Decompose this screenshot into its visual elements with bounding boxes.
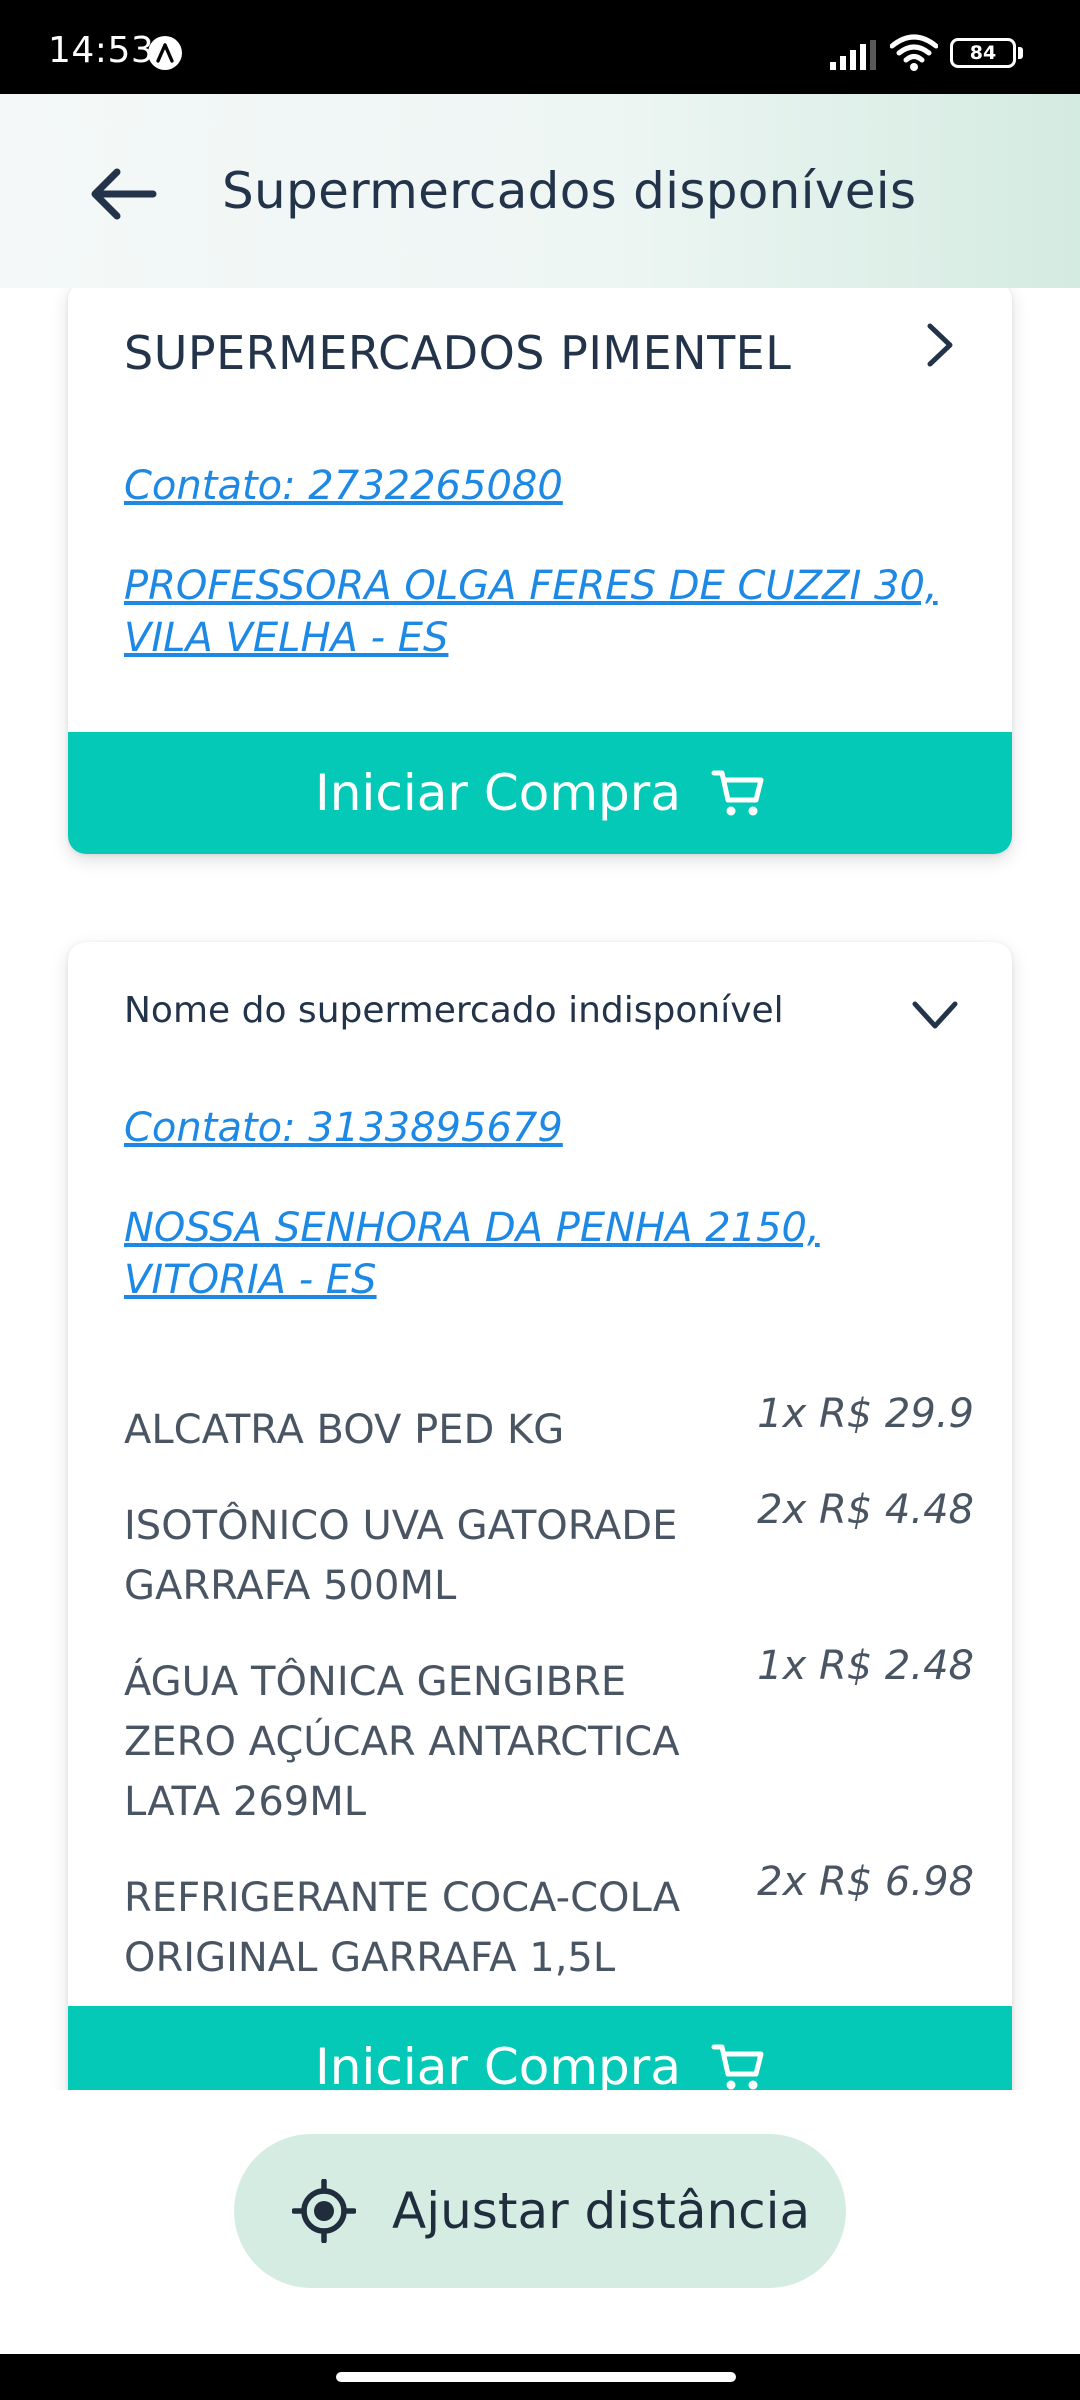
app-bar: Supermercados disponíveis	[0, 94, 1080, 288]
home-gesture-handle[interactable]	[336, 2372, 736, 2382]
store-list[interactable]: SUPERMERCADOS PIMENTEL Contato: 27322650…	[0, 288, 1080, 2090]
store-contact-link[interactable]: Contato: 3133895679	[124, 1102, 563, 1154]
adjust-distance-label: Ajustar distância	[392, 2182, 811, 2240]
start-purchase-label: Iniciar Compra	[315, 2038, 681, 2090]
store-address-link[interactable]: PROFESSORA OLGA FERES DE CUZZI 30, VILA …	[124, 560, 944, 664]
product-price: 2x R$ 4.48	[757, 1487, 974, 1533]
start-purchase-label: Iniciar Compra	[315, 764, 681, 822]
battery-level: 84	[969, 42, 997, 64]
status-bar: 14:53 84	[0, 0, 1080, 94]
store-address-link[interactable]: NOSSA SENHORA DA PENHA 2150, VITORIA - E…	[124, 1202, 944, 1306]
signal-icon	[830, 40, 876, 70]
app-notification-icon	[148, 36, 182, 70]
system-nav-bar	[0, 2354, 1080, 2400]
product-name: ISOTÔNICO UVA GATORADE GARRAFA 500ML	[124, 1503, 678, 1609]
list-item: ALCATRA BOV PED KG 1x R$ 29.9	[124, 1388, 974, 1460]
product-price: 1x R$ 2.48	[757, 1643, 974, 1689]
cart-icon	[711, 770, 764, 816]
product-name: REFRIGERANTE COCA-COLA ORIGINAL GARRAFA …	[124, 1875, 681, 1981]
adjust-distance-button[interactable]: Ajustar distância	[234, 2134, 846, 2288]
back-button[interactable]	[82, 154, 162, 234]
battery-icon: 84	[950, 38, 1016, 68]
store-card[interactable]: SUPERMERCADOS PIMENTEL Contato: 27322650…	[68, 288, 1012, 854]
chevron-right-icon[interactable]	[920, 320, 960, 370]
product-name: ALCATRA BOV PED KG	[124, 1407, 565, 1453]
product-list: ALCATRA BOV PED KG 1x R$ 29.9 ISOTÔNICO …	[124, 1388, 974, 2012]
product-price: 2x R$ 6.98	[757, 1859, 974, 1905]
store-name: Nome do supermercado indisponível	[124, 990, 784, 1031]
list-item: ÁGUA TÔNICA GENGIBRE ZERO AÇÚCAR ANTARCT…	[124, 1640, 974, 1832]
store-name: SUPERMERCADOS PIMENTEL	[124, 326, 792, 380]
cart-icon	[711, 2044, 764, 2090]
list-item: REFRIGERANTE COCA-COLA ORIGINAL GARRAFA …	[124, 1856, 974, 1988]
product-name: ÁGUA TÔNICA GENGIBRE ZERO AÇÚCAR ANTARCT…	[124, 1659, 680, 1825]
start-purchase-button[interactable]: Iniciar Compra	[68, 2006, 1012, 2090]
store-card[interactable]: Nome do supermercado indisponível Contat…	[68, 942, 1012, 2090]
chevron-down-icon[interactable]	[910, 996, 960, 1036]
list-item: ISOTÔNICO UVA GATORADE GARRAFA 500ML 2x …	[124, 1484, 974, 1616]
store-contact-link[interactable]: Contato: 2732265080	[124, 460, 563, 512]
gps-target-icon	[292, 2179, 356, 2243]
back-arrow-icon	[91, 168, 157, 220]
product-price: 1x R$ 29.9	[757, 1391, 974, 1437]
start-purchase-button[interactable]: Iniciar Compra	[68, 732, 1012, 854]
page-title: Supermercados disponíveis	[222, 162, 917, 220]
wifi-icon	[890, 34, 938, 71]
status-time: 14:53	[48, 30, 155, 71]
battery-tip	[1018, 47, 1023, 59]
